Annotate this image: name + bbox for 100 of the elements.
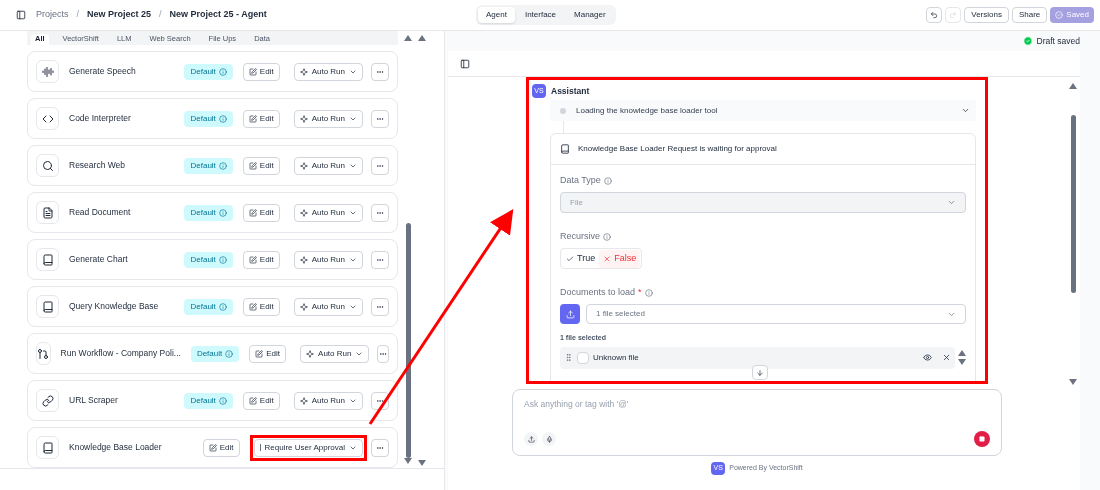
- pen-icon: [248, 67, 257, 76]
- chevron-down-icon: [961, 106, 970, 115]
- field-label: Recursive: [560, 230, 600, 244]
- tool-name: Knowledge Base Loader: [69, 441, 163, 454]
- breadcrumb-link[interactable]: Projects: [36, 8, 69, 22]
- edit-button[interactable]: Edit: [242, 109, 280, 128]
- edit-button[interactable]: Edit: [202, 438, 240, 457]
- message-input[interactable]: Ask anything or tag with '@': [524, 398, 990, 411]
- breadcrumb-link[interactable]: New Project 25 - Agent: [169, 8, 267, 22]
- branch-icon: [37, 347, 50, 360]
- request-title: Knowledge Base Loader Request is waiting for approval: [578, 143, 777, 155]
- scroll-down-button[interactable]: [752, 365, 768, 380]
- tool-name: Query Knowledge Base: [69, 300, 160, 313]
- mode-tab[interactable]: Agent: [478, 7, 515, 23]
- tool-name: Code Interpreter: [69, 112, 132, 125]
- info-icon: [218, 255, 227, 264]
- audio-icon: [41, 65, 54, 78]
- sidebar-toggle-icon[interactable]: [16, 10, 26, 20]
- save-status: Draft saved: [1036, 34, 1080, 48]
- book-icon: [560, 144, 570, 154]
- documents-select[interactable]: 1 file selected: [586, 304, 966, 324]
- run-mode-dropdown[interactable]: Auto Run: [293, 203, 363, 222]
- more-button[interactable]: [371, 203, 389, 222]
- more-button[interactable]: [371, 297, 389, 316]
- cross-icon: [603, 254, 612, 263]
- eye-icon[interactable]: [923, 353, 932, 362]
- info-icon: [603, 177, 612, 185]
- upload-button[interactable]: [560, 304, 580, 324]
- search-icon: [41, 159, 54, 172]
- move-up-icon: [958, 350, 966, 356]
- toggle-option[interactable]: True: [562, 249, 600, 268]
- run-mode-dropdown[interactable]: Auto Run: [293, 156, 363, 175]
- run-mode-dropdown[interactable]: Auto Run: [293, 109, 363, 128]
- edit-button[interactable]: Edit: [242, 391, 280, 410]
- tool-name: Run Workflow - Company Poli...: [60, 347, 181, 360]
- required-mark: *: [638, 286, 642, 300]
- pen-icon: [248, 302, 257, 311]
- edit-button[interactable]: Edit: [249, 344, 287, 363]
- run-mode-dropdown[interactable]: Auto Run: [293, 250, 363, 269]
- more-button[interactable]: [371, 156, 389, 175]
- more-button[interactable]: [377, 344, 389, 363]
- book-icon: [41, 441, 54, 454]
- sparkle-icon: [299, 302, 308, 311]
- sparkle-icon: [299, 161, 308, 170]
- upload-icon: [565, 309, 575, 319]
- tool-name: URL Scraper: [69, 394, 119, 407]
- toggle-option[interactable]: False: [599, 249, 641, 268]
- arrow-down-icon: [756, 368, 764, 377]
- sparkle-icon: [299, 208, 308, 217]
- edit-button[interactable]: Edit: [242, 203, 280, 222]
- undo-button[interactable]: [926, 7, 943, 23]
- info-icon: [218, 208, 227, 217]
- check-icon: [566, 254, 574, 263]
- more-button[interactable]: [371, 62, 389, 81]
- edit-button[interactable]: Edit: [242, 62, 280, 81]
- mode-tab[interactable]: Interface: [516, 7, 565, 23]
- more-button[interactable]: [371, 438, 389, 457]
- info-icon: [225, 349, 234, 358]
- link-icon: [41, 394, 54, 407]
- default-badge: Default: [184, 298, 233, 315]
- chevron-down-icon: [947, 198, 956, 207]
- close-icon[interactable]: [942, 353, 951, 362]
- more-button[interactable]: [371, 250, 389, 269]
- tool-step[interactable]: Loading the knowledge base loader tool: [550, 100, 976, 121]
- pen-icon: [208, 443, 217, 452]
- run-mode-dropdown[interactable]: Auto Run: [293, 297, 363, 316]
- book-icon: [41, 300, 54, 313]
- edit-button[interactable]: Edit: [242, 156, 280, 175]
- tool-name: Generate Chart: [69, 253, 129, 266]
- info-icon: [218, 114, 227, 123]
- info-icon: [644, 289, 653, 297]
- versions-button[interactable]: Versions: [964, 7, 1009, 23]
- scroll-down-icon: [1069, 379, 1077, 385]
- mode-tab[interactable]: Manager: [566, 7, 614, 23]
- info-icon: [603, 233, 611, 241]
- sparkle-icon: [306, 349, 315, 358]
- file-thumbnail: [577, 351, 589, 364]
- attach-button[interactable]: [524, 432, 538, 446]
- sparkle-icon: [299, 255, 308, 264]
- edit-button[interactable]: Edit: [242, 250, 280, 269]
- run-mode-dropdown[interactable]: Require User Approval: [253, 438, 363, 457]
- move-down-icon: [958, 359, 966, 365]
- pen-icon: [255, 349, 264, 358]
- check-circle-icon: [1055, 11, 1064, 19]
- breadcrumb-link[interactable]: New Project 25: [87, 8, 152, 22]
- stop-button[interactable]: [974, 431, 990, 447]
- default-badge: Default: [190, 345, 240, 362]
- pen-icon: [248, 208, 257, 217]
- run-mode-dropdown[interactable]: Auto Run: [300, 344, 370, 363]
- tool-name: Research Web: [69, 159, 127, 172]
- default-badge: Default: [184, 251, 233, 268]
- run-mode-dropdown[interactable]: Auto Run: [293, 391, 363, 410]
- edit-button[interactable]: Edit: [242, 297, 280, 316]
- file-name: Unknown file: [593, 351, 640, 364]
- share-button[interactable]: Share: [1011, 7, 1048, 23]
- run-mode-dropdown[interactable]: Auto Run: [293, 62, 363, 81]
- microphone-button[interactable]: [542, 432, 556, 446]
- drag-handle-icon[interactable]: [564, 353, 573, 362]
- panel-toggle-icon[interactable]: [460, 58, 470, 69]
- more-button[interactable]: [371, 109, 389, 128]
